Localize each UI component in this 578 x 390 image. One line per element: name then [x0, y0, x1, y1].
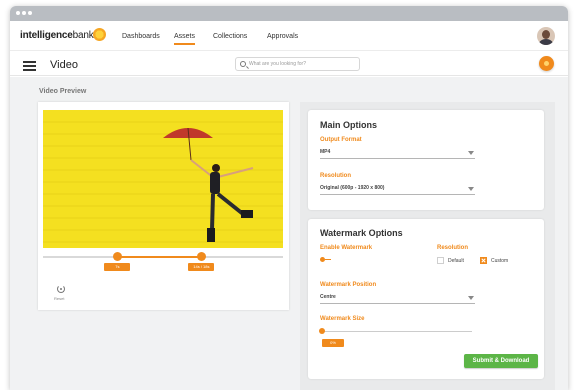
output-format-select[interactable]: MP4 — [320, 148, 475, 159]
hamburger-icon[interactable] — [23, 61, 36, 71]
custom-option-label[interactable]: Custom — [491, 258, 508, 264]
resolution-label: Resolution — [320, 173, 351, 179]
watermark-size-value: 0% — [322, 339, 344, 347]
watermark-position-select[interactable]: Centre — [320, 293, 475, 304]
video-preview-card: 7s 14s / 18s Reset — [38, 102, 289, 310]
default-checkbox[interactable] — [437, 257, 444, 264]
brand-name-light: bank — [72, 30, 94, 41]
custom-checkbox[interactable] — [480, 257, 487, 264]
main-options-card: Main Options Output Format MP4 Resolutio… — [308, 110, 544, 210]
window-dot-icon[interactable] — [16, 11, 20, 15]
trim-start-handle[interactable] — [112, 252, 122, 261]
trim-slider-track[interactable] — [43, 256, 283, 258]
options-panel: Main Options Output Format MP4 Resolutio… — [300, 102, 555, 390]
watermark-position-label: Watermark Position — [320, 282, 377, 288]
notification-icon[interactable] — [539, 56, 554, 71]
brand-logo[interactable]: intelligencebank — [20, 30, 94, 41]
browser-window: intelligencebank Dashboards Assets Colle… — [10, 6, 568, 390]
chevron-down-icon — [468, 296, 474, 300]
nav-item-collections[interactable]: Collections — [213, 33, 247, 40]
watermark-resolution-label: Resolution — [437, 245, 468, 251]
resolution-select[interactable]: Original (600p - 1920 x 800) — [320, 184, 475, 195]
page-title: Video — [50, 59, 78, 71]
window-dot-icon[interactable] — [22, 11, 26, 15]
resolution-value: Original (600p - 1920 x 800) — [320, 185, 385, 191]
trim-end-time: 14s / 18s — [188, 263, 215, 271]
search-input[interactable] — [249, 59, 354, 69]
toggle-track — [325, 259, 331, 260]
brand-sun-icon — [93, 28, 106, 41]
nav-item-assets[interactable]: Assets — [174, 33, 196, 45]
window-dot-icon[interactable] — [28, 11, 32, 15]
watermark-options-title: Watermark Options — [320, 228, 403, 238]
reset-icon[interactable] — [57, 285, 65, 293]
nav-item-approvals[interactable]: Approvals — [267, 33, 298, 40]
watermark-options-card: Watermark Options Enable Watermark Resol… — [308, 219, 544, 379]
trim-end-handle[interactable] — [196, 252, 206, 261]
main-options-title: Main Options — [320, 120, 377, 130]
watermark-size-label: Watermark Size — [320, 316, 365, 322]
watermark-size-track[interactable] — [320, 331, 472, 332]
main-content: Video Preview 7s 14s / 18s Reset Main Op… — [10, 77, 568, 390]
search-box[interactable] — [235, 57, 360, 71]
window-titlebar — [10, 6, 568, 21]
watermark-position-value: Centre — [320, 294, 336, 300]
nav-item-dashboards[interactable]: Dashboards — [122, 33, 160, 40]
top-nav: intelligencebank Dashboards Assets Colle… — [10, 21, 568, 51]
chevron-down-icon — [468, 151, 474, 155]
video-preview-heading: Video Preview — [39, 88, 87, 95]
page-header: Video — [10, 52, 568, 76]
watermark-size-handle[interactable] — [319, 328, 325, 334]
search-icon[interactable] — [240, 61, 246, 67]
enable-watermark-label: Enable Watermark — [320, 245, 373, 251]
reset-label[interactable]: Reset — [54, 296, 64, 301]
chevron-down-icon — [468, 187, 474, 191]
enable-watermark-toggle[interactable] — [320, 257, 332, 262]
trim-slider-fill — [117, 256, 202, 258]
output-format-label: Output Format — [320, 137, 362, 143]
user-avatar[interactable] — [537, 27, 555, 45]
brand-name-bold: intelligence — [20, 30, 73, 41]
default-option-label[interactable]: Default — [448, 258, 464, 264]
trim-start-time: 7s — [104, 263, 131, 271]
video-player[interactable] — [43, 110, 283, 248]
submit-download-button[interactable]: Submit & Download — [464, 354, 538, 368]
output-format-value: MP4 — [320, 149, 331, 155]
video-frame-illustration — [43, 110, 283, 248]
